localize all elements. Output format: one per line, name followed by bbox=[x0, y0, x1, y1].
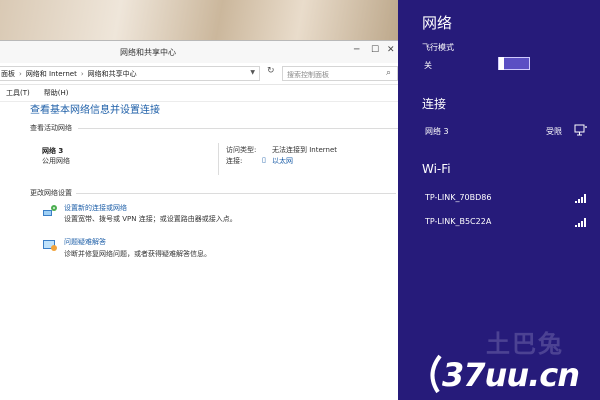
chevron-down-icon[interactable]: ▼ bbox=[250, 69, 255, 76]
connections-heading: 连接 bbox=[422, 97, 447, 111]
breadcrumb-item[interactable]: 网络和 Internet bbox=[26, 69, 77, 79]
wifi-signal-icon bbox=[575, 218, 586, 227]
watermark: 土巴兔 37uu.cn bbox=[424, 318, 600, 400]
connection-label: 连接: bbox=[226, 157, 243, 165]
wifi-network-item[interactable]: TP-LINK_B5C22A bbox=[425, 217, 491, 226]
menu-help[interactable]: 帮助(H) bbox=[44, 88, 69, 98]
access-type-label: 访问类型: bbox=[226, 146, 257, 154]
chevron-right-icon: › bbox=[19, 69, 22, 78]
ethernet-icon: ▯ bbox=[262, 156, 266, 164]
search-placeholder: 搜索控制面板 bbox=[287, 71, 329, 79]
desktop-background bbox=[0, 0, 398, 40]
airplane-mode-value: 关 bbox=[424, 61, 432, 70]
active-networks-label: 查看活动网络 bbox=[30, 124, 72, 132]
divider bbox=[218, 143, 219, 175]
panel-title: 网络 bbox=[422, 14, 453, 32]
wifi-network-item[interactable]: TP-LINK_70BD86 bbox=[425, 193, 491, 202]
search-input[interactable]: 搜索控制面板 ⌕ bbox=[282, 66, 398, 81]
wifi-heading: Wi-Fi bbox=[422, 162, 451, 176]
watermark-brand: 土巴兔 bbox=[486, 330, 564, 358]
chevron-right-icon: › bbox=[80, 69, 84, 78]
monitor-icon bbox=[574, 124, 587, 136]
network-sharing-window: 网络和共享中心 ─ ☐ ✕ 面板 › 网络和 Internet › 网络和共享中… bbox=[0, 40, 398, 400]
menu-tools[interactable]: 工具(T) bbox=[6, 88, 30, 98]
airplane-mode-label: 飞行模式 bbox=[422, 43, 454, 52]
connection-status: 受限 bbox=[546, 127, 562, 136]
troubleshoot-desc: 诊断并修复网络问题，或者获得疑难解答信息。 bbox=[64, 250, 211, 258]
change-settings-label: 更改网络设置 bbox=[30, 189, 72, 197]
divider bbox=[76, 193, 396, 194]
maximize-button[interactable]: ☐ bbox=[371, 45, 379, 55]
minimize-button[interactable]: ─ bbox=[354, 45, 359, 55]
connection-link[interactable]: 以太网 bbox=[272, 156, 293, 166]
access-type-value: 无法连接到 Internet bbox=[272, 146, 338, 154]
window-title: 网络和共享中心 bbox=[120, 48, 176, 57]
troubleshoot-icon bbox=[43, 240, 57, 251]
setup-connection-desc: 设置宽带、拨号或 VPN 连接；或设置路由器或接入点。 bbox=[64, 215, 237, 223]
breadcrumb-item[interactable]: 网络和共享中心 bbox=[88, 69, 137, 79]
title-bar: 网络和共享中心 ─ ☐ ✕ bbox=[0, 41, 398, 63]
toggle-knob[interactable] bbox=[499, 57, 504, 70]
menu-bar: 工具(T) 帮助(H) bbox=[0, 85, 398, 102]
divider bbox=[78, 128, 398, 129]
page-heading: 查看基本网络信息并设置连接 bbox=[30, 105, 160, 116]
troubleshoot-link[interactable]: 问题疑难解答 bbox=[64, 237, 106, 247]
new-connection-icon bbox=[43, 205, 57, 216]
address-bar[interactable]: 面板 › 网络和 Internet › 网络和共享中心 ▼ bbox=[0, 66, 260, 81]
network-name: 网络 3 bbox=[42, 147, 64, 155]
watermark-domain: 37uu.cn bbox=[442, 356, 580, 394]
close-button[interactable]: ✕ bbox=[387, 45, 395, 55]
watermark-swoosh bbox=[430, 354, 442, 394]
breadcrumb-item[interactable]: 面板 bbox=[1, 69, 15, 79]
airplane-mode-toggle[interactable] bbox=[498, 57, 530, 70]
search-icon[interactable]: ⌕ bbox=[386, 68, 391, 78]
wifi-signal-icon bbox=[575, 194, 586, 203]
network-type[interactable]: 公用网络 bbox=[42, 156, 70, 166]
connection-item[interactable]: 网络 3 bbox=[425, 126, 449, 137]
toggle-track bbox=[504, 58, 529, 69]
setup-connection-link[interactable]: 设置新的连接或网络 bbox=[64, 203, 127, 213]
refresh-icon[interactable]: ↻ bbox=[267, 66, 275, 76]
